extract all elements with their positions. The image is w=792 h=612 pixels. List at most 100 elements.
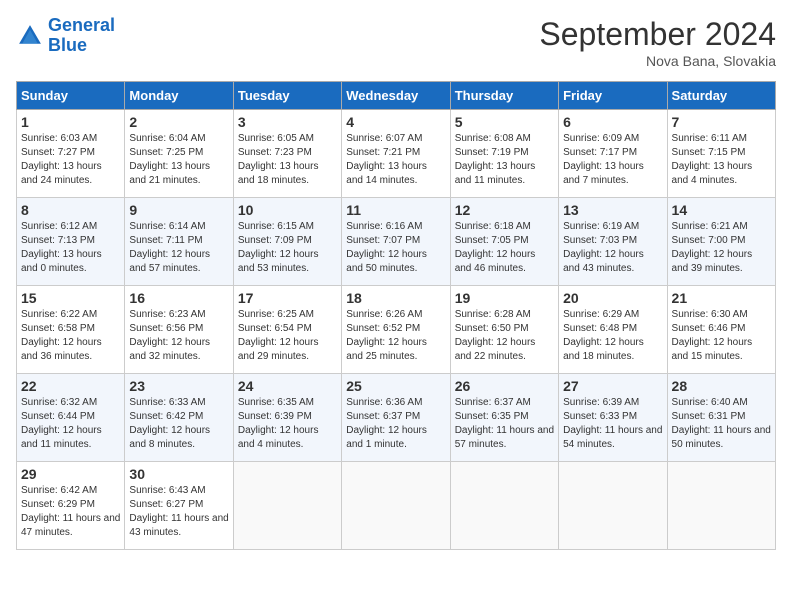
calendar-cell: 29 Sunrise: 6:42 AM Sunset: 6:29 PM Dayli…: [17, 462, 125, 550]
calendar-cell: 3 Sunrise: 6:05 AM Sunset: 7:23 PM Daylig…: [233, 110, 341, 198]
calendar-cell: 1 Sunrise: 6:03 AM Sunset: 7:27 PM Daylig…: [17, 110, 125, 198]
day-number: 23: [129, 378, 228, 394]
calendar-cell: 7 Sunrise: 6:11 AM Sunset: 7:15 PM Daylig…: [667, 110, 775, 198]
cell-info: Sunrise: 6:05 AM Sunset: 7:23 PM Dayligh…: [238, 132, 337, 188]
calendar-cell: 23Sunrise: 6:33 AM Sunset: 6:42 PM Dayli…: [125, 374, 233, 462]
col-header-wednesday: Wednesday: [342, 82, 450, 110]
calendar-cell: 13 Sunrise: 6:19 AM Sunset: 7:03 PM Dayli…: [559, 198, 667, 286]
day-number: 4: [346, 114, 445, 130]
calendar-cell: 22 Sunrise: 6:32 AM Sunset: 6:44 PM Dayli…: [17, 374, 125, 462]
cell-info: Sunrise: 6:08 AM Sunset: 7:19 PM Dayligh…: [455, 132, 554, 188]
calendar-cell: 17Sunrise: 6:25 AM Sunset: 6:54 PM Dayli…: [233, 286, 341, 374]
cell-info: Sunrise: 6:37 AM Sunset: 6:35 PM Dayligh…: [455, 396, 554, 452]
logo-line2: Blue: [48, 36, 115, 56]
calendar-cell: 16Sunrise: 6:23 AM Sunset: 6:56 PM Dayli…: [125, 286, 233, 374]
cell-info: Sunrise: 6:11 AM Sunset: 7:15 PM Dayligh…: [672, 132, 771, 188]
day-number: 20: [563, 290, 662, 306]
month-title: September 2024: [539, 16, 776, 53]
calendar-cell: 5 Sunrise: 6:08 AM Sunset: 7:19 PM Daylig…: [450, 110, 558, 198]
day-number: 1: [21, 114, 120, 130]
calendar-cell: 2 Sunrise: 6:04 AM Sunset: 7:25 PM Daylig…: [125, 110, 233, 198]
calendar-cell: 4 Sunrise: 6:07 AM Sunset: 7:21 PM Daylig…: [342, 110, 450, 198]
day-number: 12: [455, 202, 554, 218]
day-number: 2: [129, 114, 228, 130]
cell-info: Sunrise: 6:29 AM Sunset: 6:48 PM Dayligh…: [563, 308, 662, 364]
location: Nova Bana, Slovakia: [539, 53, 776, 69]
cell-info: Sunrise: 6:40 AM Sunset: 6:31 PM Dayligh…: [672, 396, 771, 452]
cell-info: Sunrise: 6:28 AM Sunset: 6:50 PM Dayligh…: [455, 308, 554, 364]
day-number: 26: [455, 378, 554, 394]
day-number: 22: [21, 378, 120, 394]
col-header-tuesday: Tuesday: [233, 82, 341, 110]
cell-info: Sunrise: 6:12 AM Sunset: 7:13 PM Dayligh…: [21, 220, 120, 276]
calendar-cell: 18 Sunrise: 6:26 AM Sunset: 6:52 PM Dayli…: [342, 286, 450, 374]
calendar-cell: 9 Sunrise: 6:14 AM Sunset: 7:11 PM Daylig…: [125, 198, 233, 286]
calendar-cell: 15Sunrise: 6:22 AM Sunset: 6:58 PM Dayli…: [17, 286, 125, 374]
cell-info: Sunrise: 6:18 AM Sunset: 7:05 PM Dayligh…: [455, 220, 554, 276]
day-number: 29: [21, 466, 120, 482]
page-header: General Blue September 2024 Nova Bana, S…: [16, 16, 776, 69]
calendar-cell: 8 Sunrise: 6:12 AM Sunset: 7:13 PM Daylig…: [17, 198, 125, 286]
calendar-cell: 30Sunrise: 6:43 AM Sunset: 6:27 PM Dayli…: [125, 462, 233, 550]
cell-info: Sunrise: 6:30 AM Sunset: 6:46 PM Dayligh…: [672, 308, 771, 364]
cell-info: Sunrise: 6:19 AM Sunset: 7:03 PM Dayligh…: [563, 220, 662, 276]
col-header-sunday: Sunday: [17, 82, 125, 110]
day-number: 18: [346, 290, 445, 306]
day-number: 17: [238, 290, 337, 306]
cell-info: Sunrise: 6:03 AM Sunset: 7:27 PM Dayligh…: [21, 132, 120, 188]
cell-info: Sunrise: 6:26 AM Sunset: 6:52 PM Dayligh…: [346, 308, 445, 364]
calendar-cell: [559, 462, 667, 550]
day-number: 5: [455, 114, 554, 130]
cell-info: Sunrise: 6:09 AM Sunset: 7:17 PM Dayligh…: [563, 132, 662, 188]
cell-info: Sunrise: 6:15 AM Sunset: 7:09 PM Dayligh…: [238, 220, 337, 276]
cell-info: Sunrise: 6:16 AM Sunset: 7:07 PM Dayligh…: [346, 220, 445, 276]
calendar-table: SundayMondayTuesdayWednesdayThursdayFrid…: [16, 81, 776, 550]
col-header-monday: Monday: [125, 82, 233, 110]
day-number: 27: [563, 378, 662, 394]
cell-info: Sunrise: 6:07 AM Sunset: 7:21 PM Dayligh…: [346, 132, 445, 188]
calendar-cell: [450, 462, 558, 550]
cell-info: Sunrise: 6:36 AM Sunset: 6:37 PM Dayligh…: [346, 396, 445, 452]
cell-info: Sunrise: 6:04 AM Sunset: 7:25 PM Dayligh…: [129, 132, 228, 188]
calendar-cell: 14Sunrise: 6:21 AM Sunset: 7:00 PM Dayli…: [667, 198, 775, 286]
logo-icon: [16, 22, 44, 50]
day-number: 21: [672, 290, 771, 306]
col-header-thursday: Thursday: [450, 82, 558, 110]
calendar-cell: 20 Sunrise: 6:29 AM Sunset: 6:48 PM Dayli…: [559, 286, 667, 374]
cell-info: Sunrise: 6:21 AM Sunset: 7:00 PM Dayligh…: [672, 220, 771, 276]
calendar-cell: 6 Sunrise: 6:09 AM Sunset: 7:17 PM Daylig…: [559, 110, 667, 198]
day-number: 16: [129, 290, 228, 306]
calendar-cell: 12 Sunrise: 6:18 AM Sunset: 7:05 PM Dayli…: [450, 198, 558, 286]
col-header-friday: Friday: [559, 82, 667, 110]
cell-info: Sunrise: 6:14 AM Sunset: 7:11 PM Dayligh…: [129, 220, 228, 276]
day-number: 11: [346, 202, 445, 218]
calendar-cell: 26 Sunrise: 6:37 AM Sunset: 6:35 PM Dayli…: [450, 374, 558, 462]
day-number: 8: [21, 202, 120, 218]
cell-info: Sunrise: 6:42 AM Sunset: 6:29 PM Dayligh…: [21, 484, 120, 540]
day-number: 15: [21, 290, 120, 306]
day-number: 19: [455, 290, 554, 306]
calendar-cell: 24 Sunrise: 6:35 AM Sunset: 6:39 PM Dayli…: [233, 374, 341, 462]
logo-line1: General: [48, 15, 115, 35]
day-number: 13: [563, 202, 662, 218]
cell-info: Sunrise: 6:32 AM Sunset: 6:44 PM Dayligh…: [21, 396, 120, 452]
day-number: 9: [129, 202, 228, 218]
day-number: 25: [346, 378, 445, 394]
calendar-cell: 10 Sunrise: 6:15 AM Sunset: 7:09 PM Dayli…: [233, 198, 341, 286]
calendar-cell: 19 Sunrise: 6:28 AM Sunset: 6:50 PM Dayli…: [450, 286, 558, 374]
cell-info: Sunrise: 6:43 AM Sunset: 6:27 PM Dayligh…: [129, 484, 228, 540]
calendar-cell: 28 Sunrise: 6:40 AM Sunset: 6:31 PM Dayli…: [667, 374, 775, 462]
calendar-cell: 11 Sunrise: 6:16 AM Sunset: 7:07 PM Dayli…: [342, 198, 450, 286]
col-header-saturday: Saturday: [667, 82, 775, 110]
day-number: 3: [238, 114, 337, 130]
calendar-cell: 21 Sunrise: 6:30 AM Sunset: 6:46 PM Dayli…: [667, 286, 775, 374]
day-number: 24: [238, 378, 337, 394]
calendar-cell: [233, 462, 341, 550]
day-number: 6: [563, 114, 662, 130]
day-number: 28: [672, 378, 771, 394]
day-number: 10: [238, 202, 337, 218]
logo: General Blue: [16, 16, 115, 56]
cell-info: Sunrise: 6:35 AM Sunset: 6:39 PM Dayligh…: [238, 396, 337, 452]
day-number: 7: [672, 114, 771, 130]
cell-info: Sunrise: 6:39 AM Sunset: 6:33 PM Dayligh…: [563, 396, 662, 452]
